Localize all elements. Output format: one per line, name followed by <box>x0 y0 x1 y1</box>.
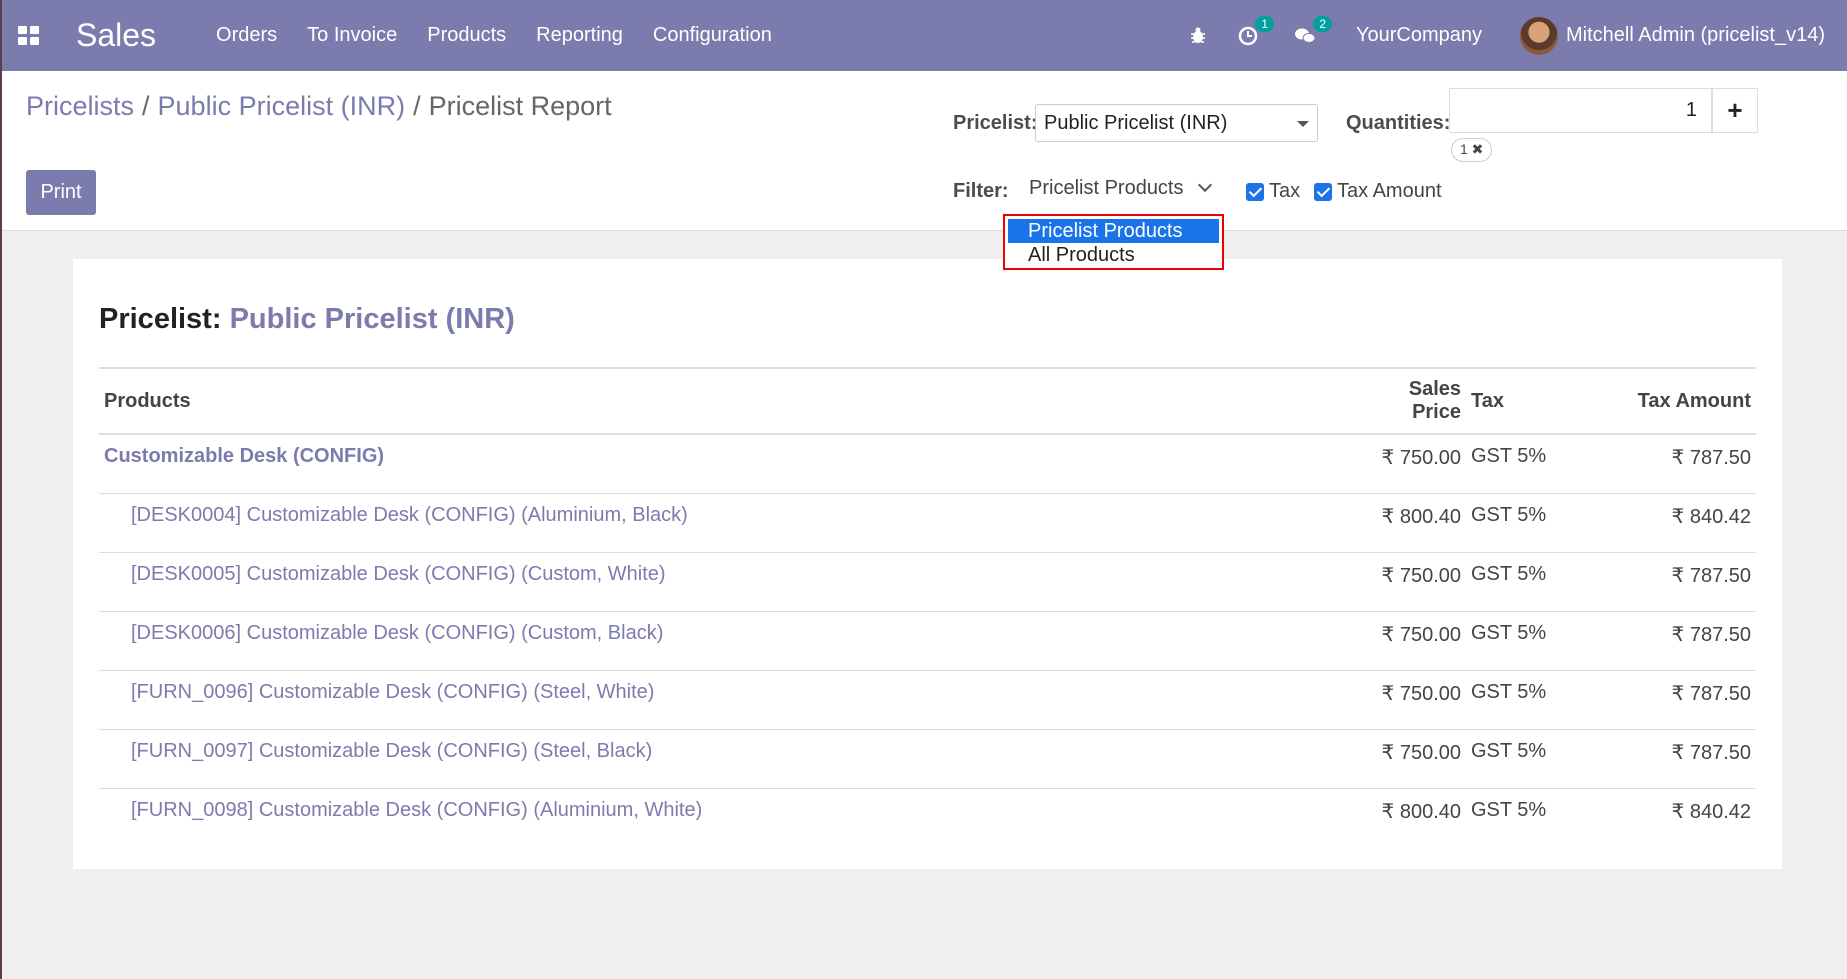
sales-price-cell: ₹ 750.00 <box>1356 729 1466 789</box>
app-brand[interactable]: Sales <box>76 17 156 54</box>
report-title: Pricelist: Public Pricelist (INR) <box>99 303 515 336</box>
tax-amount-cell: ₹ 840.42 <box>1596 493 1756 553</box>
filter-select[interactable]: Pricelist Products <box>1007 168 1220 208</box>
menu-to-invoice[interactable]: To Invoice <box>307 24 397 47</box>
tax-cell: GST 5% <box>1466 552 1596 612</box>
sales-price-cell: ₹ 800.40 <box>1381 800 1461 823</box>
user-avatar[interactable] <box>1520 16 1559 55</box>
product-name-link[interactable]: [DESK0006] Customizable Desk (CONFIG) (C… <box>99 611 1356 671</box>
chevron-down-icon <box>1197 177 1213 193</box>
activity-clock-icon[interactable]: 1 <box>1238 15 1274 46</box>
navbar-systray: 1 2 YourCompany Mitchell Admin (pricelis… <box>1188 0 1847 71</box>
pricelist-label: Pricelist: <box>953 112 1038 134</box>
sales-price-cell: ₹ 750.00 <box>1356 552 1466 612</box>
plus-icon: + <box>1727 95 1743 125</box>
table-row: [DESK0004] Customizable Desk (CONFIG) (A… <box>99 493 1756 553</box>
column-tax-amount: Tax Amount <box>1596 367 1756 435</box>
quantity-input[interactable]: 1 <box>1449 88 1712 133</box>
sales-price-cell: ₹ 750.00 <box>1356 670 1466 730</box>
product-name-link[interactable]: [FURN_0097] Customizable Desk (CONFIG) (… <box>99 729 1356 789</box>
debug-bug-icon[interactable] <box>1188 26 1208 46</box>
messages-icon[interactable]: 2 <box>1294 15 1332 46</box>
tax-amount-cell: ₹ 787.50 <box>1596 552 1756 612</box>
table-row: [DESK0006] Customizable Desk (CONFIG) (C… <box>99 611 1756 671</box>
tax-amount-cell: ₹ 787.50 <box>1596 729 1756 789</box>
filter-label: Filter: <box>953 180 1009 202</box>
breadcrumb-separator: / <box>413 91 421 121</box>
breadcrumb-pricelists[interactable]: Pricelists <box>26 91 134 121</box>
sales-price-cell: ₹ 750.00 <box>1356 611 1466 671</box>
table-header-row: Products Sales Price Tax Tax Amount <box>99 367 1756 435</box>
column-sales-price: Sales Price <box>1356 367 1466 435</box>
product-name-link[interactable]: [FURN_0096] Customizable Desk (CONFIG) (… <box>99 670 1356 730</box>
breadcrumb-public-pricelist[interactable]: Public Pricelist (INR) <box>158 91 406 121</box>
report-title-prefix: Pricelist: <box>99 303 222 335</box>
tax-amount-cell: ₹ 787.50 <box>1596 434 1756 494</box>
breadcrumb: Pricelists / Public Pricelist (INR) / Pricel… <box>26 91 612 122</box>
tax-cell: GST 5% <box>1466 611 1596 671</box>
checkbox-checked-icon <box>1314 182 1332 201</box>
tax-cell: GST 5% <box>1466 670 1596 730</box>
table-row: [DESK0005] Customizable Desk (CONFIG) (C… <box>99 552 1756 612</box>
user-menu[interactable]: Mitchell Admin (pricelist_v14) <box>1566 24 1825 47</box>
messages-badge: 2 <box>1313 15 1332 32</box>
top-navbar: Sales Orders To Invoice Products Reporti… <box>2 0 1847 71</box>
pricelist-select-value: Public Pricelist (INR) <box>1044 112 1228 134</box>
company-switcher[interactable]: YourCompany <box>1356 24 1482 47</box>
table-row: Customizable Desk (CONFIG) ₹ 750.00 GST … <box>99 434 1756 494</box>
menu-products[interactable]: Products <box>427 24 506 47</box>
caret-down-icon <box>1297 121 1309 127</box>
table-row: [FURN_0096] Customizable Desk (CONFIG) (… <box>99 670 1756 730</box>
print-button[interactable]: Print <box>26 170 96 215</box>
product-name-link[interactable]: [DESK0005] Customizable Desk (CONFIG) (C… <box>99 552 1356 612</box>
tax-amount-checkbox[interactable]: Tax Amount <box>1314 180 1442 203</box>
breadcrumb-current: Pricelist Report <box>428 91 612 121</box>
menu-configuration[interactable]: Configuration <box>653 24 772 47</box>
tax-cell: GST 5% <box>1466 434 1596 494</box>
tax-amount-cell: ₹ 787.50 <box>1596 611 1756 671</box>
filter-option-all-products[interactable]: All Products <box>1008 243 1219 267</box>
tax-cell: GST 5% <box>1466 729 1596 789</box>
report-title-pricelist[interactable]: Public Pricelist (INR) <box>230 303 515 335</box>
menu-orders[interactable]: Orders <box>216 24 277 47</box>
menu-reporting[interactable]: Reporting <box>536 24 623 47</box>
tax-cell: GST 5% <box>1471 798 1547 821</box>
product-name-link[interactable]: [FURN_0098] Customizable Desk (CONFIG) (… <box>99 788 1356 847</box>
column-products: Products <box>99 367 1356 435</box>
tax-checkbox-label: Tax <box>1269 180 1301 202</box>
filter-select-value: Pricelist Products <box>1029 177 1184 199</box>
activity-badge: 1 <box>1255 15 1274 32</box>
main-menu: Orders To Invoice Products Reporting Con… <box>216 24 802 47</box>
tax-amount-cell: ₹ 840.42 <box>1671 800 1751 823</box>
add-quantity-button[interactable]: + <box>1712 88 1758 133</box>
filter-option-pricelist-products[interactable]: Pricelist Products <box>1008 219 1219 243</box>
apps-menu-icon[interactable] <box>18 24 42 48</box>
quantity-tag[interactable]: 1 ✖ <box>1451 138 1493 162</box>
report-card: Pricelist: Public Pricelist (INR) Produc… <box>73 259 1782 869</box>
table-row: [FURN_0098] Customizable Desk (CONFIG) (… <box>99 788 1756 847</box>
product-name-link[interactable]: [DESK0004] Customizable Desk (CONFIG) (A… <box>99 493 1356 553</box>
table-row: [FURN_0097] Customizable Desk (CONFIG) (… <box>99 729 1756 789</box>
filter-dropdown-list: Pricelist Products All Products <box>1003 214 1224 270</box>
tax-amount-checkbox-label: Tax Amount <box>1337 180 1442 202</box>
column-tax: Tax <box>1466 367 1596 435</box>
checkbox-checked-icon <box>1246 182 1264 201</box>
product-name-link[interactable]: Customizable Desk (CONFIG) <box>99 434 1356 494</box>
tax-checkbox[interactable]: Tax <box>1246 180 1300 203</box>
breadcrumb-separator: / <box>142 91 150 121</box>
tax-cell: GST 5% <box>1466 493 1596 553</box>
pricelist-select[interactable]: Public Pricelist (INR) <box>1035 104 1318 142</box>
sales-price-cell: ₹ 750.00 <box>1356 434 1466 494</box>
tax-amount-cell: ₹ 787.50 <box>1596 670 1756 730</box>
pricelist-table: Products Sales Price Tax Tax Amount Cust… <box>99 367 1756 847</box>
sales-price-cell: ₹ 800.40 <box>1356 493 1466 553</box>
quantities-label: Quantities: <box>1346 112 1451 134</box>
control-panel: Pricelists / Public Pricelist (INR) / Pricel… <box>2 71 1847 231</box>
